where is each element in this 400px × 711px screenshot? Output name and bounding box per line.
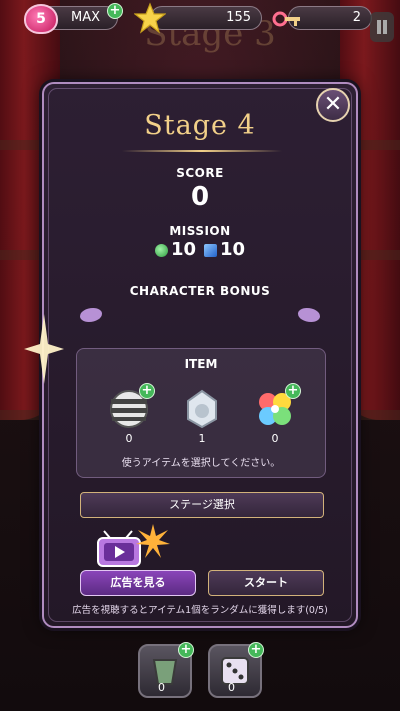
mission-goals: 10 10	[44, 239, 356, 260]
item-slot-ice-ring[interactable]: 1	[180, 387, 224, 445]
item-count: 0	[125, 432, 133, 445]
stage-select-button[interactable]: ステージ選択	[80, 492, 324, 518]
mission-green-count: 10	[170, 239, 196, 260]
ice-ring-icon	[187, 389, 217, 429]
wing-right-icon	[298, 308, 320, 322]
add-item-plus-icon[interactable]: +	[285, 383, 301, 399]
start-button[interactable]: スタート	[208, 570, 324, 596]
item-slot-striped-ball[interactable]: + 0	[107, 383, 155, 445]
booster-count: 0	[158, 681, 165, 694]
sparkle-icon	[24, 314, 64, 384]
add-booster-plus-icon[interactable]: +	[178, 642, 194, 658]
bottom-item-dice[interactable]: + 0	[208, 642, 264, 698]
mission-blue-count: 10	[220, 239, 246, 260]
stage-start-dialog: ✕ Stage 4 SCORE 0 MISSION 10 10 CHARACTER…	[24, 82, 358, 628]
green-gem-icon	[154, 243, 168, 257]
mission-label: MISSION	[169, 224, 231, 238]
ad-reward-note: 広告を視聴するとアイテム1個をランダムに獲得します(0/5)	[72, 605, 328, 616]
heart-icon: 5	[24, 4, 58, 34]
item-hint-text: 使うアイテムを選択してください。	[121, 458, 281, 469]
key-icon	[272, 11, 300, 27]
score-label: SCORE	[176, 166, 224, 180]
add-item-plus-icon[interactable]: +	[139, 383, 155, 399]
stars-count: 155	[226, 10, 251, 25]
item-slot-rainbow-clover[interactable]: + 0	[253, 383, 301, 445]
title-divider	[122, 150, 282, 152]
wing-left-icon	[80, 308, 102, 322]
stars-pill: 155	[150, 6, 262, 30]
top-hud: MAX + 5 155 2	[0, 2, 400, 42]
add-booster-plus-icon[interactable]: +	[248, 642, 264, 658]
item-title: ITEM	[184, 357, 218, 371]
burst-icon	[136, 524, 170, 558]
pause-button[interactable]	[370, 12, 394, 42]
blue-gem-icon	[204, 243, 217, 257]
item-selection-box: ITEM + 0 1 + 0 使うアイテムを選択してください。	[76, 348, 326, 478]
bottom-item-bucket[interactable]: + 0	[138, 642, 194, 698]
lives-label: MAX	[71, 10, 101, 25]
keys-count: 2	[352, 10, 361, 25]
star-icon	[134, 2, 166, 34]
item-count: 0	[271, 432, 279, 445]
character-bonus-label: CHARACTER BONUS	[129, 284, 271, 298]
stage-title: Stage 4	[144, 110, 256, 141]
booster-count: 0	[228, 681, 235, 694]
add-lives-plus-icon[interactable]: +	[107, 3, 123, 19]
item-count: 1	[198, 432, 206, 445]
score-value: 0	[190, 182, 210, 212]
watch-ad-button[interactable]: 広告を見る	[80, 570, 196, 596]
